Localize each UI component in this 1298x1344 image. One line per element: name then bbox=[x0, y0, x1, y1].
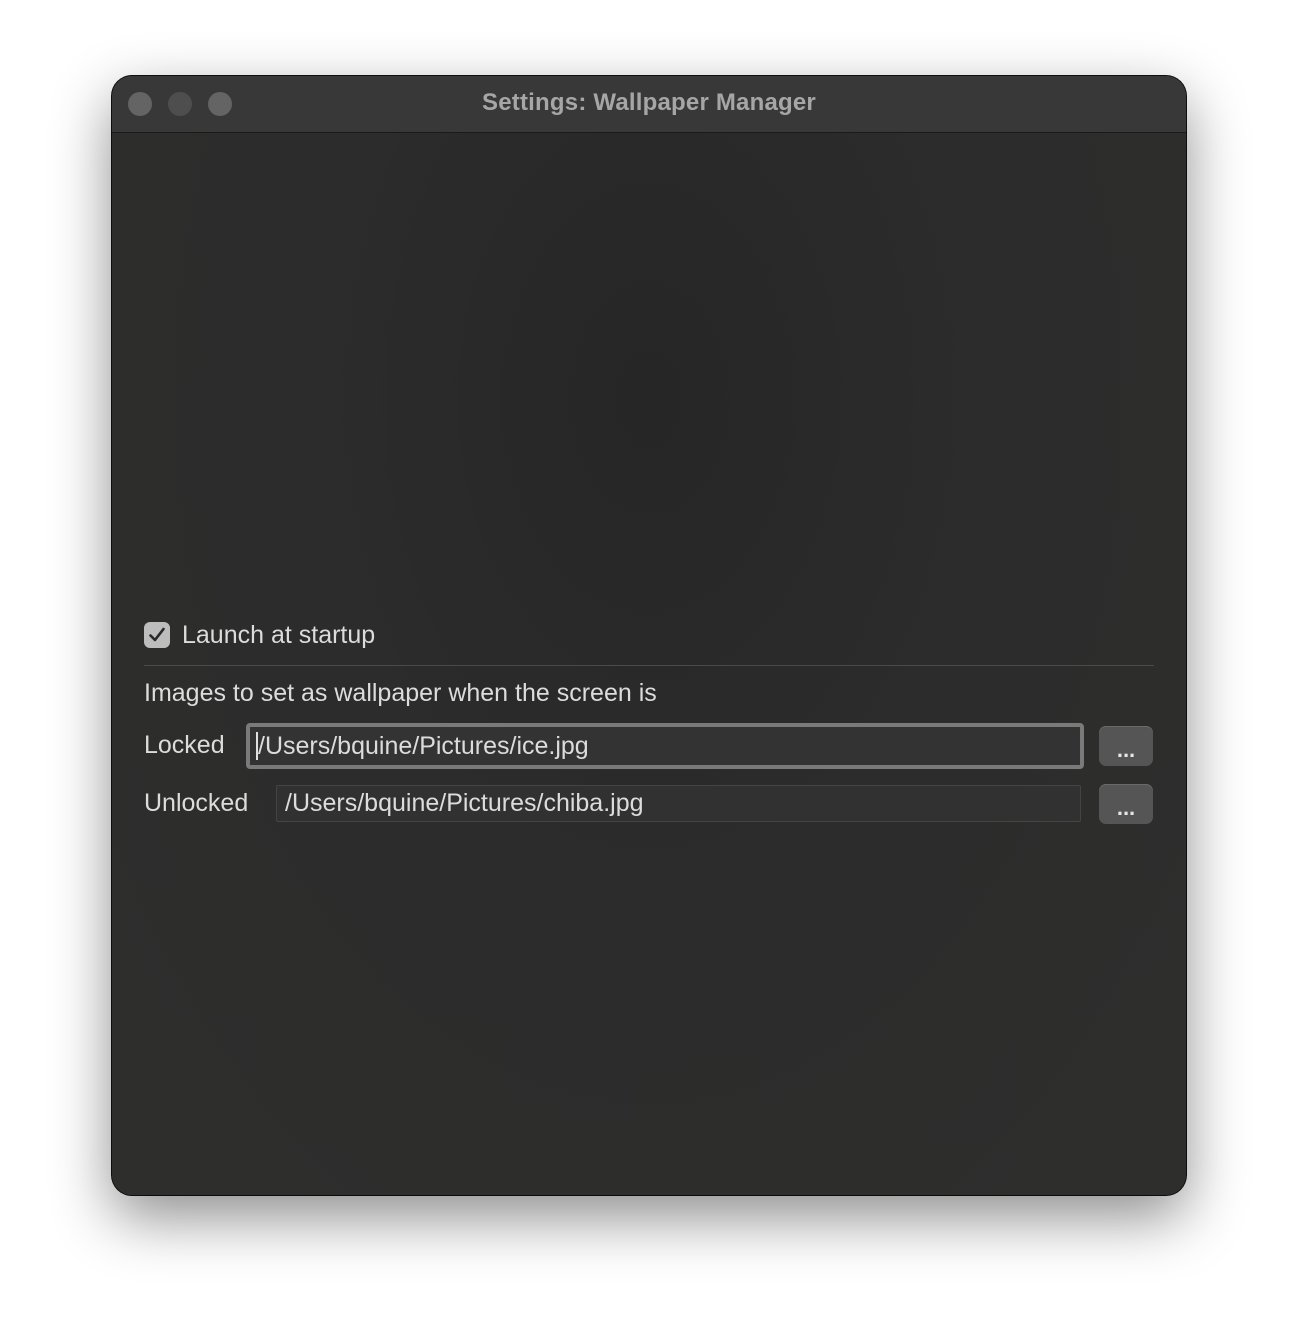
unlocked-label: Unlocked bbox=[144, 789, 249, 817]
unlocked-path-input[interactable]: /Users/bquine/Pictures/chiba.jpg bbox=[276, 785, 1081, 822]
locked-browse-label: ... bbox=[1116, 737, 1136, 762]
title-bar[interactable]: Settings: Wallpaper Manager bbox=[112, 76, 1186, 133]
launch-at-startup-label[interactable]: Launch at startup bbox=[182, 621, 375, 650]
checkmark-icon bbox=[149, 627, 165, 642]
unlocked-path-value: /Users/bquine/Pictures/chiba.jpg bbox=[285, 789, 644, 817]
unlocked-browse-button[interactable]: ... bbox=[1099, 784, 1153, 824]
launch-at-startup-row[interactable]: Launch at startup bbox=[144, 620, 375, 650]
divider bbox=[144, 665, 1154, 666]
launch-at-startup-checkbox[interactable] bbox=[144, 622, 170, 648]
settings-window: Settings: Wallpaper Manager Launch at st… bbox=[112, 76, 1186, 1195]
unlocked-browse-label: ... bbox=[1116, 795, 1136, 820]
locked-label: Locked bbox=[144, 731, 225, 759]
settings-content: Launch at startup Images to set as wallp… bbox=[112, 133, 1186, 1195]
locked-path-input[interactable]: /Users/bquine/Pictures/ice.jpg bbox=[246, 723, 1084, 769]
locked-browse-button[interactable]: ... bbox=[1099, 726, 1153, 766]
wallpaper-section-label: Images to set as wallpaper when the scre… bbox=[144, 679, 657, 707]
window-title: Settings: Wallpaper Manager bbox=[482, 89, 816, 116]
locked-path-value: /Users/bquine/Pictures/ice.jpg bbox=[258, 731, 589, 760]
